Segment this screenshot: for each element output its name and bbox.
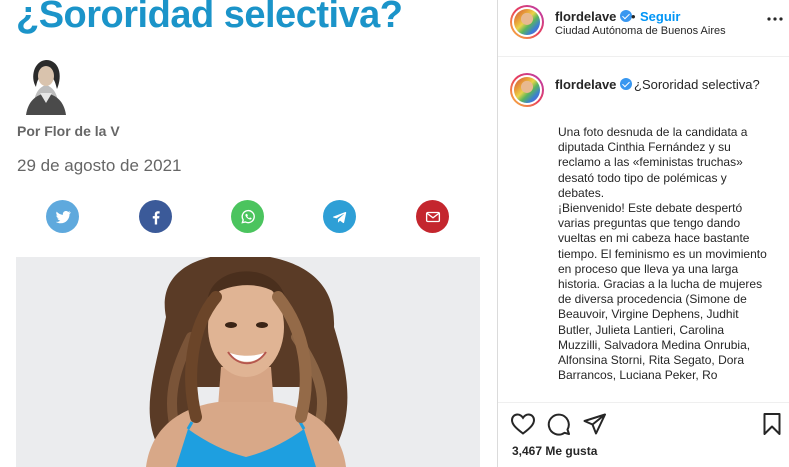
header-username[interactable]: flordelave xyxy=(555,9,633,24)
caption-verified-badge-icon xyxy=(620,78,633,90)
caption-body: Una foto desnuda de la candidata a diput… xyxy=(558,125,768,383)
header-separator: • xyxy=(631,9,636,24)
share-button[interactable] xyxy=(582,412,608,436)
caption-avatar[interactable] xyxy=(510,73,544,107)
header-username-text: flordelave xyxy=(555,9,617,24)
facebook-icon xyxy=(152,210,160,224)
comment-button[interactable] xyxy=(546,412,572,436)
article-byline: Por Flor de la V xyxy=(17,123,120,139)
save-button[interactable] xyxy=(762,412,788,436)
caption-paragraph: Una foto desnuda de la candidata a diput… xyxy=(558,125,748,200)
mail-icon xyxy=(425,211,440,222)
like-button[interactable] xyxy=(510,412,536,436)
heart-icon xyxy=(510,413,536,435)
twitter-share-button[interactable] xyxy=(46,200,79,233)
caption-paragraph: ¡Bienvenido! Este debate despertó varias… xyxy=(558,201,767,383)
follow-button[interactable]: Seguir xyxy=(640,9,680,24)
twitter-icon xyxy=(55,210,71,223)
post-image[interactable]: ¿Sororidad selectiva? Por Flor de la V 2… xyxy=(0,0,497,467)
header-divider xyxy=(498,56,789,57)
author-photo xyxy=(16,57,76,115)
facebook-share-button[interactable] xyxy=(139,200,172,233)
mail-share-button[interactable] xyxy=(416,200,449,233)
paper-plane-icon xyxy=(583,413,606,435)
caption-username-text: flordelave xyxy=(555,77,617,92)
whatsapp-share-button[interactable] xyxy=(231,200,264,233)
article-title: ¿Sororidad selectiva? xyxy=(16,0,403,36)
more-options-icon[interactable] xyxy=(766,12,784,26)
whatsapp-icon xyxy=(240,209,255,224)
telegram-icon xyxy=(332,211,346,223)
telegram-share-button[interactable] xyxy=(323,200,356,233)
post-details-panel: flordelave • Seguir Ciudad Autónoma de B… xyxy=(498,0,789,467)
bookmark-icon xyxy=(763,413,781,435)
likes-count[interactable]: 3,467 Me gusta xyxy=(512,444,597,458)
post-location[interactable]: Ciudad Autónoma de Buenos Aires xyxy=(555,25,726,37)
article-date: 29 de agosto de 2021 xyxy=(17,156,182,175)
candidate-photo xyxy=(16,257,480,467)
caption-title: ¿Sororidad selectiva? xyxy=(634,77,760,92)
caption-username[interactable]: flordelave xyxy=(555,77,633,92)
actions-divider xyxy=(498,402,789,403)
comment-icon xyxy=(547,413,570,436)
header-avatar[interactable] xyxy=(510,5,544,39)
